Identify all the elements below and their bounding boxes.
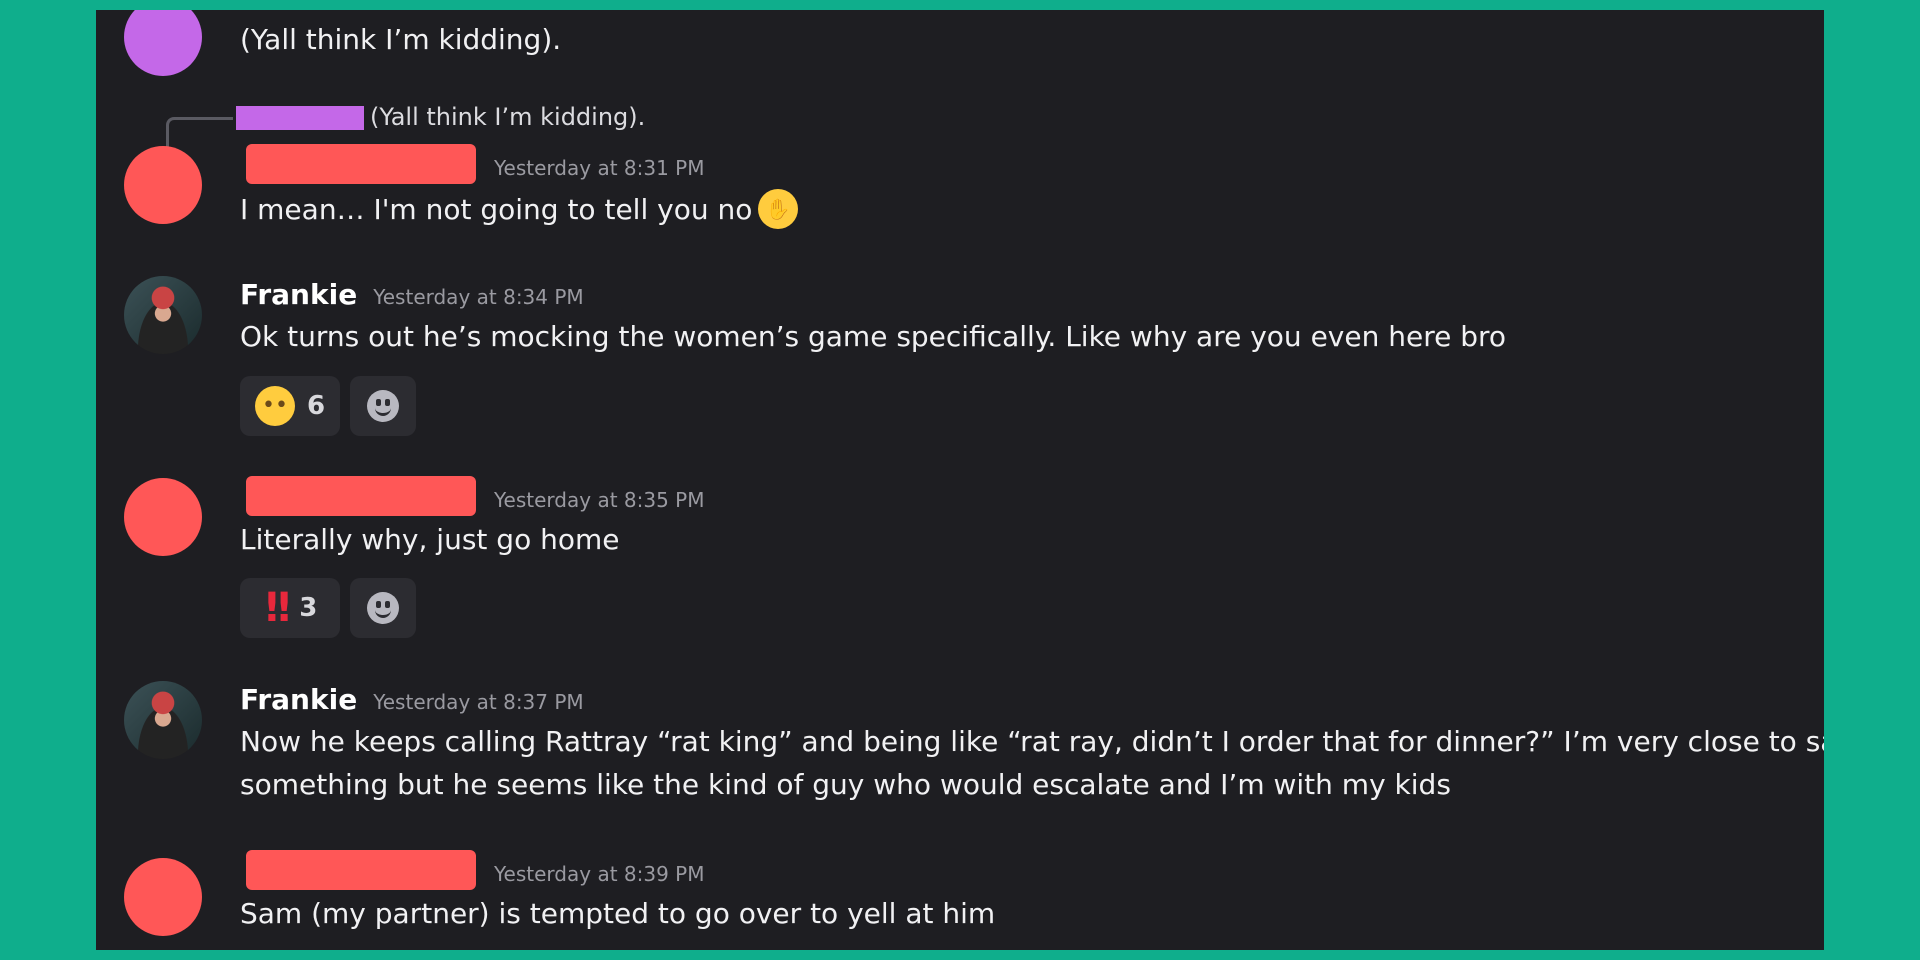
message-text-line-2: something but he seems like the kind of … [240, 768, 1451, 801]
reaction-double-exclamation[interactable]: !! 3 [240, 578, 340, 638]
timestamp: Yesterday at 8:35 PM [494, 488, 705, 512]
reaction-eye-roll[interactable]: •• 6 [240, 376, 340, 436]
reply-connector [166, 117, 233, 150]
redacted-reply-username [236, 106, 364, 130]
username[interactable]: Frankie [240, 278, 357, 311]
double-exclamation-emoji-icon: !! [262, 585, 294, 631]
add-reaction-button[interactable] [350, 376, 416, 436]
avatar[interactable] [124, 146, 202, 224]
message-text: I mean… I'm not going to tell you no ✋ [240, 189, 799, 231]
avatar[interactable] [124, 681, 202, 759]
redacted-username [246, 850, 476, 890]
username[interactable]: Frankie [240, 683, 357, 716]
redacted-username [246, 476, 476, 516]
avatar[interactable] [124, 858, 202, 936]
redacted-username [246, 144, 476, 184]
reaction-count: 3 [299, 593, 318, 623]
avatar[interactable] [124, 10, 202, 76]
smiley-icon [367, 390, 399, 422]
message-header: Frankie Yesterday at 8:37 PM [240, 683, 584, 716]
timestamp: Yesterday at 8:34 PM [373, 285, 584, 309]
reaction-count: 6 [306, 391, 326, 421]
avatar[interactable] [124, 276, 202, 354]
message-header: Frankie Yesterday at 8:34 PM [240, 278, 584, 311]
message-text-line-1: Now he keeps calling Rattray “rat king” … [240, 725, 1824, 758]
timestamp: Yesterday at 8:37 PM [373, 690, 584, 714]
eye-roll-emoji-icon: •• [254, 386, 295, 426]
avatar[interactable] [124, 478, 202, 556]
add-reaction-button[interactable] [350, 578, 416, 638]
hand-over-mouth-emoji-icon: ✋ [758, 189, 799, 229]
chat-panel: (Yall think I’m kidding). (Yall think I’… [96, 10, 1824, 950]
message-text: Ok turns out he’s mocking the women’s ga… [240, 320, 1507, 353]
message-header: Yesterday at 8:39 PM [494, 862, 705, 886]
message-text: Sam (my partner) is tempted to go over t… [240, 897, 996, 930]
message-header: Yesterday at 8:31 PM [494, 156, 705, 180]
message-text: Literally why, just go home [240, 523, 620, 556]
message-text: (Yall think I’m kidding). [240, 23, 562, 56]
message-header: Yesterday at 8:35 PM [494, 488, 705, 512]
timestamp: Yesterday at 8:39 PM [494, 862, 705, 886]
timestamp: Yesterday at 8:31 PM [494, 156, 705, 180]
smiley-icon [367, 592, 399, 624]
message-text-content: I mean… I'm not going to tell you no [240, 193, 753, 226]
reply-preview-text[interactable]: (Yall think I’m kidding). [370, 102, 645, 132]
